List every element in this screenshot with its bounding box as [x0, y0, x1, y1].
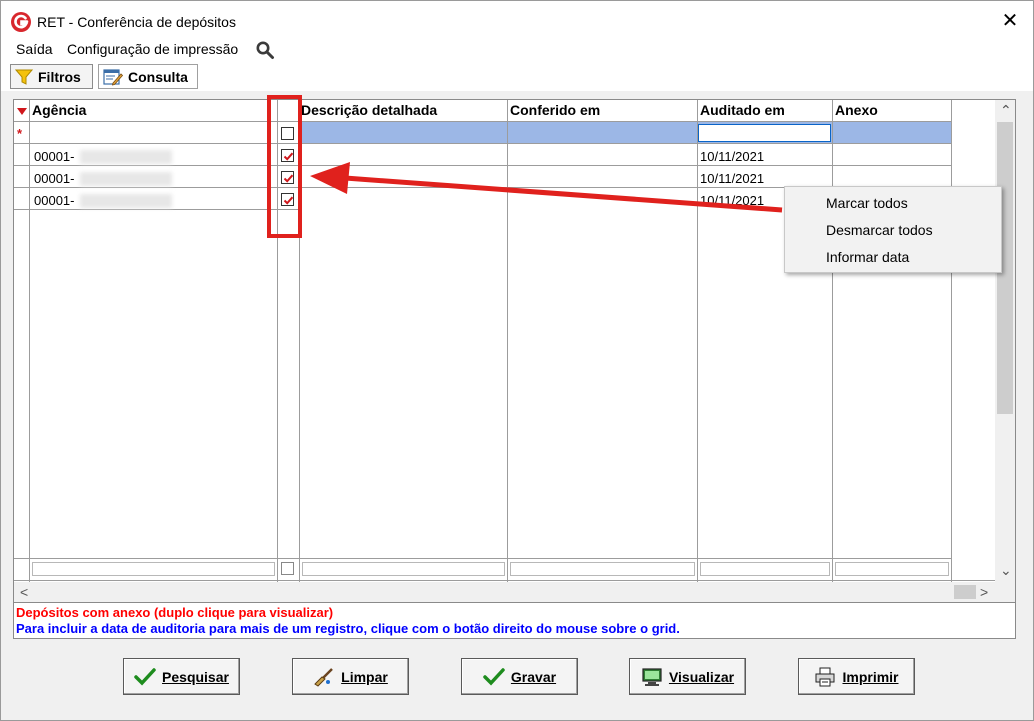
col-divider	[832, 100, 833, 582]
search-icon[interactable]	[255, 40, 275, 60]
col-divider	[507, 100, 508, 582]
monitor-icon	[642, 667, 662, 686]
redacted-text	[80, 194, 172, 208]
vertical-scrollbar[interactable]: ⌃ ⌄	[995, 100, 1015, 582]
tab-label: Consulta	[128, 68, 188, 85]
selected-row-highlight	[300, 122, 951, 143]
cell-auditado: 10/11/2021	[700, 171, 765, 186]
row-divider	[14, 209, 300, 210]
pesquisar-button[interactable]: Pesquisar	[123, 658, 240, 695]
column-header-descricao[interactable]: Descrição detalhada	[301, 102, 437, 118]
window-title: RET - Conferência de depósitos	[37, 14, 236, 30]
scroll-left-icon[interactable]: <	[20, 584, 28, 600]
col-divider	[951, 100, 952, 582]
active-cell-auditado[interactable]	[698, 124, 831, 142]
column-header-conferido[interactable]: Conferido em	[510, 102, 600, 118]
menu-item-saida[interactable]: Saída	[16, 41, 53, 57]
row-divider	[14, 165, 952, 166]
footer-row-divider	[14, 558, 952, 559]
sort-indicator-icon[interactable]	[17, 108, 27, 115]
col-divider	[29, 100, 30, 582]
main-window: RET - Conferência de depósitos ✕ Saída C…	[0, 0, 1034, 721]
checkmark-icon	[483, 667, 505, 686]
close-icon: ✕	[1001, 9, 1019, 32]
visualizar-button[interactable]: Visualizar	[629, 658, 746, 695]
cell-agencia: 00001-	[34, 149, 75, 164]
horizontal-scroll-thumb[interactable]	[954, 585, 976, 599]
button-label: Imprimir	[842, 668, 899, 685]
column-header-agencia[interactable]: Agência	[32, 102, 86, 118]
context-menu-desmarcar-todos[interactable]: Desmarcar todos	[826, 222, 933, 238]
context-menu: Marcar todos Desmarcar todos Informar da…	[784, 186, 1002, 273]
context-menu-marcar-todos[interactable]: Marcar todos	[826, 195, 908, 211]
cell-agencia: 00001-	[34, 193, 75, 208]
funnel-icon	[15, 69, 33, 85]
grid-bottom-divider	[14, 580, 995, 581]
cell-auditado: 10/11/2021	[700, 149, 765, 164]
close-button[interactable]: ✕	[987, 1, 1033, 39]
scroll-right-icon[interactable]: >	[980, 584, 988, 600]
context-menu-informar-data[interactable]: Informar data	[826, 249, 909, 265]
broom-icon	[314, 667, 334, 687]
tab-filtros[interactable]: Filtros	[10, 64, 93, 89]
legend-panel: Depósitos com anexo (duplo clique para v…	[13, 603, 1016, 639]
menu-item-configuracao-impressao[interactable]: Configuração de impressão	[67, 41, 238, 57]
cell-agencia: 00001-	[34, 171, 75, 186]
gravar-button[interactable]: Gravar	[461, 658, 578, 695]
footer-cell	[510, 562, 695, 576]
annotation-highlight-box	[267, 95, 302, 238]
imprimir-button[interactable]: Imprimir	[798, 658, 915, 695]
column-header-auditado[interactable]: Auditado em	[700, 102, 785, 118]
redacted-text	[80, 172, 172, 186]
button-label: Pesquisar	[162, 668, 229, 685]
deposits-grid[interactable]: Agência Descrição detalhada Conferido em…	[13, 99, 1016, 603]
scroll-down-icon[interactable]: ⌄	[1000, 562, 1012, 579]
new-row-marker: *	[17, 126, 23, 141]
horizontal-scrollbar[interactable]: < >	[14, 582, 1015, 602]
button-label: Visualizar	[668, 668, 735, 685]
footer-cell	[835, 562, 949, 576]
tab-bar: Filtros Consulta	[1, 61, 1033, 91]
printer-icon	[815, 667, 835, 686]
column-header-anexo[interactable]: Anexo	[835, 102, 878, 118]
col-divider	[697, 100, 698, 582]
footer-cell	[700, 562, 830, 576]
tab-consulta[interactable]: Consulta	[98, 64, 198, 89]
limpar-button[interactable]: Limpar	[292, 658, 409, 695]
tab-label: Filtros	[38, 68, 81, 85]
button-label: Gravar	[510, 668, 557, 685]
attachment-note: Depósitos com anexo (duplo clique para v…	[16, 605, 334, 620]
footer-checkbox	[281, 562, 294, 575]
row-divider	[14, 143, 952, 144]
edit-form-icon	[103, 68, 123, 86]
redacted-text	[80, 150, 172, 164]
title-bar: RET - Conferência de depósitos ✕	[1, 1, 1033, 39]
cell-auditado: 10/11/2021	[700, 193, 765, 208]
menu-bar: Saída Configuração de impressão	[1, 39, 1033, 61]
footer-cell	[302, 562, 505, 576]
app-logo-icon	[11, 12, 31, 32]
button-label: Limpar	[341, 668, 388, 685]
footer-cell	[32, 562, 275, 576]
scroll-up-icon[interactable]: ⌃	[1000, 102, 1012, 119]
audit-note: Para incluir a data de auditoria para ma…	[16, 621, 680, 636]
checkmark-icon	[134, 667, 156, 686]
